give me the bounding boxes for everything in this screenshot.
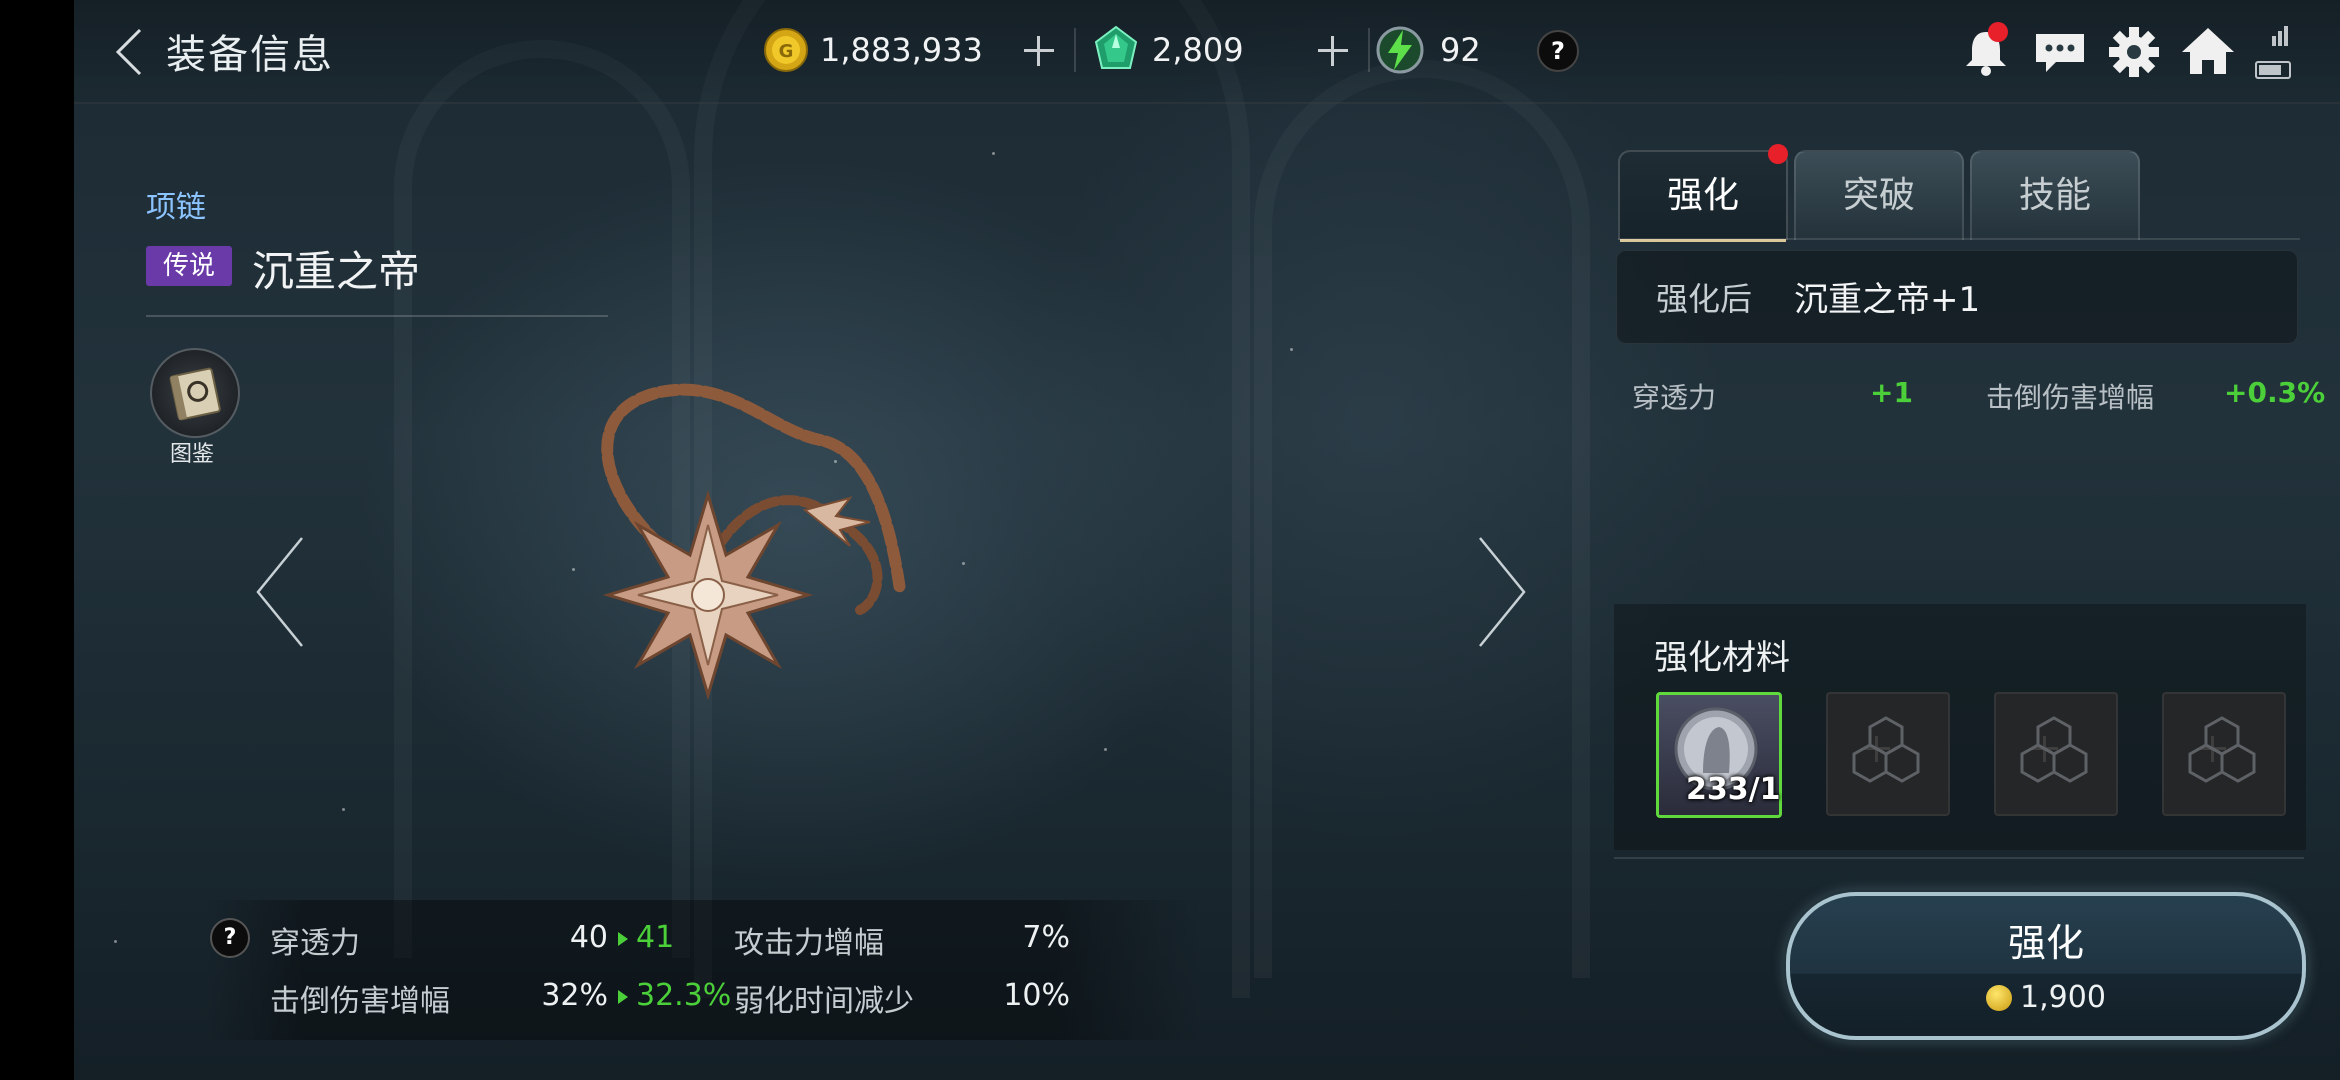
stat-next-penetration: 41 [636,920,675,955]
sparkle [1104,748,1107,751]
sparkle [114,940,117,943]
gear-icon [2109,27,2159,77]
enhance-button-label: 强化 [2007,921,2084,965]
empty-slot-icon [2020,716,2088,783]
codex-button[interactable] [150,348,240,438]
stat-label-attack-boost: 攻击力增幅 [734,926,884,961]
materials-title: 强化材料 [1654,638,1790,678]
upgrade-value-knockdown-damage: +0.3% [2224,376,2326,409]
stat-current-penetration: 40 [569,920,608,955]
gold-coin-icon [1986,985,2013,1011]
game-screen: 装备信息 G 1,883,933 2,809 92 ? 项链 传说 沉重之帝 图… [74,0,2340,1080]
bg-pillar [1254,60,1590,978]
add-gold-button[interactable] [1012,24,1066,78]
stats-help-button[interactable]: ? [210,918,250,958]
item-name: 沉重之帝 [252,247,421,296]
chevron-left-icon [115,28,142,76]
enhance-button[interactable]: 强化 1,900 [1786,892,2306,1040]
gem-counter: 2,809 [1090,20,1244,80]
empty-slot-icon [2188,716,2256,783]
stat-label-debuff-reduction: 弱化时间减少 [734,984,914,1019]
top-bar: 装备信息 G 1,883,933 2,809 92 ? [74,0,2340,104]
gold-coin-icon: G [764,28,808,72]
chat-button[interactable] [2030,22,2090,82]
add-gem-button[interactable] [1306,24,1360,78]
tab-breakthrough[interactable]: 突破 [1794,150,1964,240]
stat-next-knockdown-damage: 32.3% [636,978,732,1013]
tab-skills[interactable]: 技能 [1970,150,2140,240]
green-gem-icon [1094,25,1138,69]
material-slot-empty[interactable] [2162,692,2286,816]
home-icon [2182,28,2234,74]
arrow-right-icon [618,932,628,946]
help-button[interactable]: ? [1537,30,1579,72]
svg-text:G: G [779,41,794,62]
divider [1618,238,2300,240]
settings-button[interactable] [2104,22,2164,82]
grade-badge: 传说 [146,246,232,286]
stamina-counter: 92 [1370,20,1481,80]
stat-value-debuff-reduction: 10% [1003,978,1070,1013]
material-slot-empty[interactable] [1826,692,1950,816]
stat-label-penetration: 穿透力 [270,926,360,961]
material-slot-empty[interactable] [1994,692,2118,816]
divider [1074,28,1076,72]
chevron-left-icon [256,537,303,647]
tab-enhance-badge [1768,144,1788,164]
empty-slot-icon [1852,716,1920,783]
book-icon [169,367,221,421]
stat-label-knockdown-damage: 击倒伤害增幅 [270,984,450,1019]
tab-enhance[interactable]: 强化 [1618,150,1788,242]
signal-battery-icon [2255,26,2291,79]
sparkle [1290,348,1293,351]
upgrade-value-penetration: +1 [1870,376,1913,409]
enhance-result-label: 强化后 [1656,280,1753,318]
gold-counter: G 1,883,933 [762,20,983,80]
divider [1614,857,2304,859]
notification-badge [1988,22,2008,42]
necklace-item-image [601,383,906,701]
material-count: 233/1 [1686,772,1781,807]
next-item-button[interactable] [1472,532,1532,652]
lightning-icon [1376,26,1424,74]
gem-amount: 2,809 [1152,31,1244,69]
stat-value-attack-boost: 7% [1022,920,1070,955]
item-type: 项链 [146,190,206,225]
home-button[interactable] [2178,22,2238,82]
page-title: 装备信息 [166,32,334,78]
chat-icon [2036,34,2084,72]
upgrade-label-knockdown-damage: 击倒伤害增幅 [1986,381,2155,414]
enhance-cost-value: 1,900 [2020,980,2106,1015]
sparkle [992,152,995,155]
arrow-right-icon [618,990,628,1004]
enhance-cost: 1,900 [1790,980,2302,1015]
stamina-amount: 92 [1440,31,1481,69]
sparkle [342,808,345,811]
back-button[interactable] [104,22,164,82]
gold-amount: 1,883,933 [820,31,983,69]
previous-item-button[interactable] [250,532,310,652]
signal-battery-status [2252,22,2296,82]
stat-current-knockdown-damage: 32% [541,978,608,1013]
enhance-result-name: 沉重之帝+1 [1794,280,1981,320]
chevron-right-icon [1479,537,1526,647]
codex-label: 图鉴 [170,442,215,467]
divider [146,315,608,317]
upgrade-label-penetration: 穿透力 [1632,381,1717,414]
